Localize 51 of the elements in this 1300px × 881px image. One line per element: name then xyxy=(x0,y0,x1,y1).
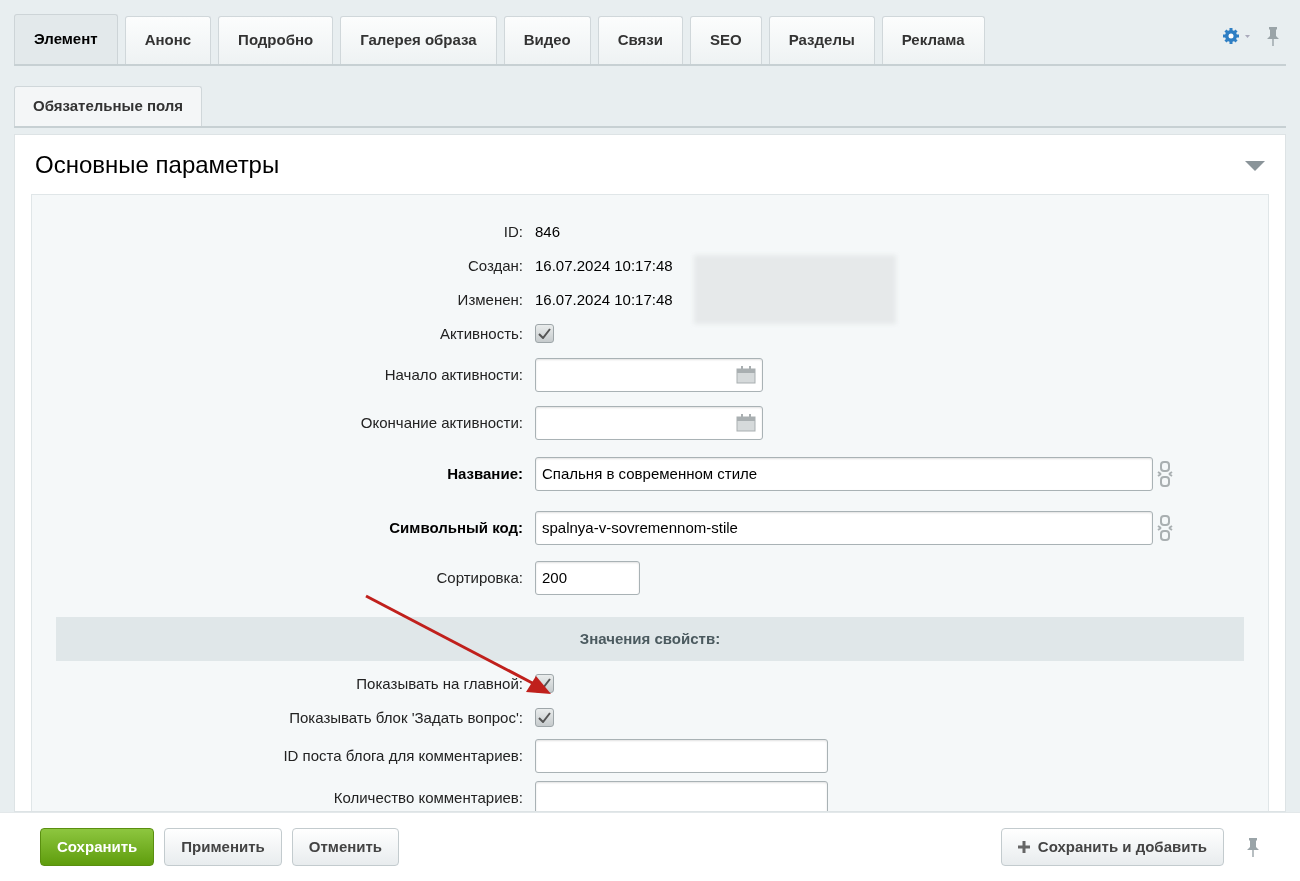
field-value: 16.07.2024 10:17:48 xyxy=(535,289,673,310)
tab[interactable]: SEO xyxy=(690,16,762,64)
field-label: Показывать на главной: xyxy=(355,673,523,694)
checkmark-icon xyxy=(538,328,551,340)
field-label: ID поста блога для комментариев: xyxy=(282,745,523,766)
date-field[interactable] xyxy=(535,357,763,392)
field-value: 846 xyxy=(535,221,561,242)
tab[interactable]: Анонс xyxy=(124,16,212,64)
calendar-icon[interactable] xyxy=(736,365,756,384)
text-field[interactable]: Спальня в современном стиле xyxy=(535,456,1153,491)
collapse-icon[interactable] xyxy=(1245,160,1265,173)
text-field[interactable]: 200 xyxy=(535,560,640,595)
link-icon[interactable] xyxy=(1157,513,1173,542)
field-label: Начало активности: xyxy=(383,364,523,385)
date-field[interactable] xyxy=(535,405,763,440)
field-label: Количество комментариев: xyxy=(332,787,523,808)
field-label: Сортировка: xyxy=(435,567,523,588)
text-field[interactable]: spalnya-v-sovremennom-stile xyxy=(535,510,1153,545)
checkmark-icon xyxy=(538,712,551,724)
field-label: ID: xyxy=(502,221,523,242)
save-and-add-button[interactable]: Сохранить и добавить xyxy=(1000,828,1224,866)
text-field[interactable] xyxy=(535,738,828,773)
checkbox[interactable] xyxy=(535,708,554,728)
settings-icon[interactable] xyxy=(1222,27,1252,45)
field-label: Окончание активности: xyxy=(359,412,523,433)
button[interactable]: Отменить xyxy=(291,828,400,866)
tab[interactable]: Разделы xyxy=(768,16,875,64)
field-label: Создан: xyxy=(466,255,523,276)
tab[interactable]: Видео xyxy=(503,16,591,64)
section-header: Значения свойств: xyxy=(56,616,1244,661)
field-label: Активность: xyxy=(439,323,523,344)
tab[interactable]: Галерея образа xyxy=(340,16,497,64)
field-label: Название: xyxy=(446,463,523,484)
field-value: 16.07.2024 10:17:48 xyxy=(535,255,673,276)
section-title: Основные параметры xyxy=(35,151,280,180)
link-icon[interactable] xyxy=(1157,459,1173,488)
calendar-icon[interactable] xyxy=(736,413,756,432)
tab[interactable]: Реклама xyxy=(881,16,985,64)
plus-icon xyxy=(1017,841,1030,853)
subtab[interactable]: Обязательные поля xyxy=(14,86,203,126)
field-label: Изменен: xyxy=(456,289,523,310)
field-label: Показывать блок 'Задать вопрос': xyxy=(288,707,523,728)
tab[interactable]: Связи xyxy=(597,16,684,64)
pin-icon[interactable] xyxy=(1246,837,1260,857)
pin-icon[interactable] xyxy=(1266,26,1280,46)
field-label: Символьный код: xyxy=(388,517,523,538)
text-field[interactable] xyxy=(535,780,828,811)
tab[interactable]: Подробно xyxy=(218,16,334,64)
checkbox[interactable] xyxy=(535,324,554,344)
tab[interactable]: Элемент xyxy=(14,14,118,64)
button[interactable]: Применить xyxy=(164,828,282,866)
